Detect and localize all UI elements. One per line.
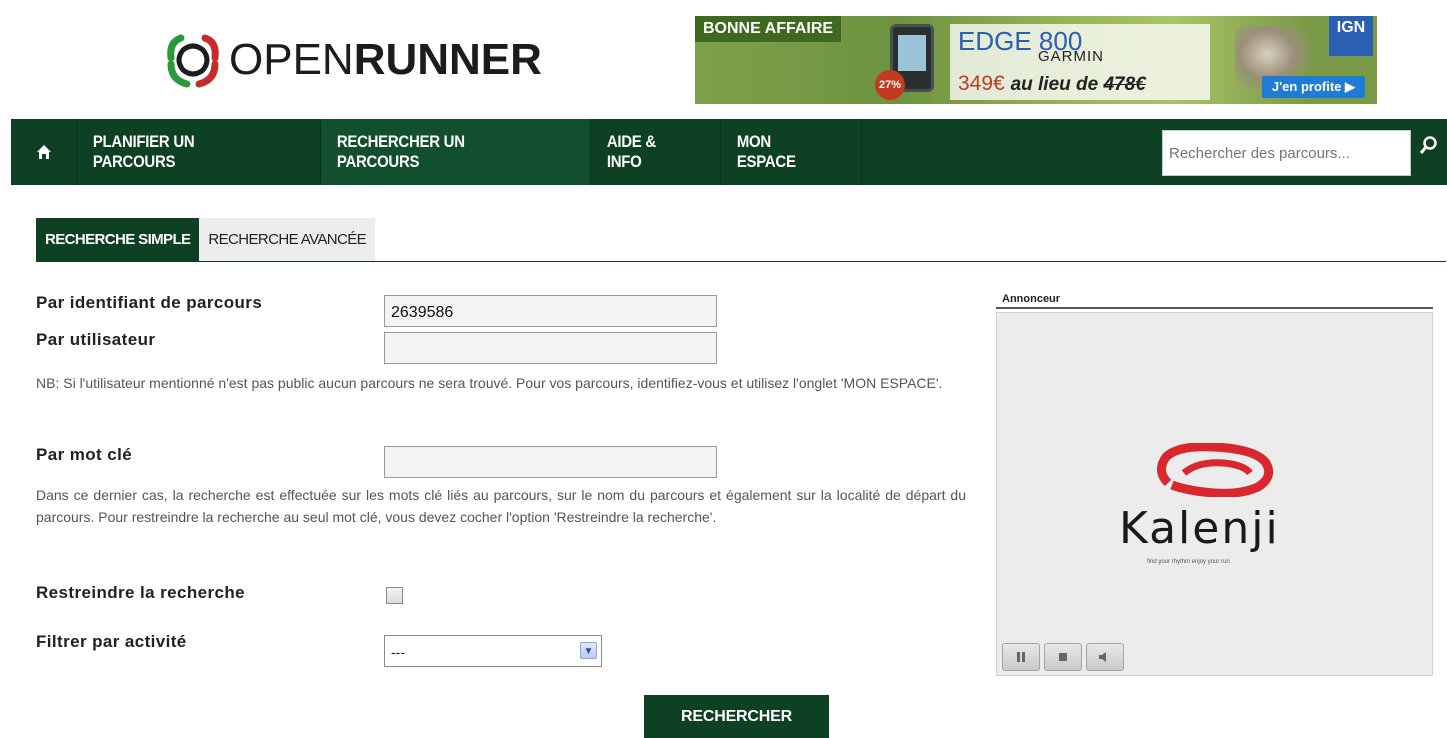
kalenji-logo-icon (1157, 443, 1274, 497)
nav-item-aide-info[interactable]: AIDE & INFO (591, 119, 721, 185)
banner-promo-panel: EDGE 800 GARMIN 349€ au lieu de 478€ (950, 24, 1210, 100)
pause-icon (1017, 652, 1025, 662)
keyword-input[interactable] (384, 446, 717, 478)
activity-select-value: --- (391, 644, 405, 660)
video-controls (1002, 643, 1124, 671)
kalenji-wordmark: Kalenji (1119, 503, 1280, 554)
user-input[interactable] (384, 332, 717, 364)
nav-item-mon-espace[interactable]: MON ESPACE (721, 119, 862, 185)
tab-recherche-avancee[interactable]: RECHERCHE AVANCÉE (199, 218, 376, 262)
id-label: Par identifiant de parcours (36, 293, 263, 312)
nav-item-rechercher[interactable]: RECHERCHER UN PARCOURS (321, 119, 591, 185)
ign-logo: IGN (1329, 16, 1373, 56)
stop-icon (1059, 653, 1067, 661)
chevron-down-icon[interactable]: ▼ (580, 642, 597, 659)
openrunner-logo-icon (167, 34, 219, 88)
home-nav-button[interactable] (11, 119, 77, 185)
tabs-divider (36, 261, 1446, 262)
openrunner-logo[interactable]: OPENRUNNER (161, 26, 542, 94)
activity-select[interactable]: --- ▼ (384, 635, 602, 667)
pause-button[interactable] (1002, 643, 1040, 671)
home-icon (36, 145, 51, 159)
nav-item-planifier[interactable]: PLANIFIER UN PARCOURS (77, 119, 321, 185)
search-submit-button[interactable]: RECHERCHER (644, 695, 829, 738)
search-icon[interactable] (1418, 134, 1440, 156)
user-note: NB: Si l'utilisateur mentionné n'est pas… (36, 375, 943, 391)
banner-deal-tag: BONNE AFFAIRE (695, 16, 842, 42)
garmin-promo-banner[interactable]: BONNE AFFAIRE 27% EDGE 800 GARMIN 349€ a… (695, 16, 1377, 104)
user-label: Par utilisateur (36, 330, 156, 349)
search-input[interactable] (1162, 130, 1411, 176)
speaker-icon (1099, 652, 1106, 662)
volume-button[interactable] (1086, 643, 1124, 671)
banner-price: 349€ au lieu de 478€ (958, 72, 1146, 95)
keyword-label: Par mot clé (36, 445, 133, 464)
keyword-note: Dans ce dernier cas, la recherche est ef… (36, 487, 966, 525)
banner-brand: GARMIN (1038, 48, 1104, 65)
route-id-input[interactable] (384, 295, 717, 327)
discount-badge: 27% (875, 70, 905, 100)
search-tabs: RECHERCHE SIMPLE RECHERCHE AVANCÉE (36, 218, 376, 262)
logo-wordmark: OPENRUNNER (229, 35, 542, 84)
restrict-label: Restreindre la recherche (36, 583, 245, 602)
kalenji-video-ad[interactable]: Kalenji find your rhythm enjoy your run (996, 312, 1433, 676)
restrict-checkbox[interactable] (386, 587, 403, 604)
tab-recherche-simple[interactable]: RECHERCHE SIMPLE (36, 218, 200, 262)
kalenji-tagline: find your rhythm enjoy your run (1147, 559, 1230, 565)
ad-divider (996, 307, 1433, 309)
ad-title: Annonceur (1002, 293, 1061, 305)
activity-label: Filtrer par activité (36, 632, 187, 651)
stop-button[interactable] (1044, 643, 1082, 671)
banner-cta-button[interactable]: J'en profite ▶ (1261, 76, 1365, 98)
